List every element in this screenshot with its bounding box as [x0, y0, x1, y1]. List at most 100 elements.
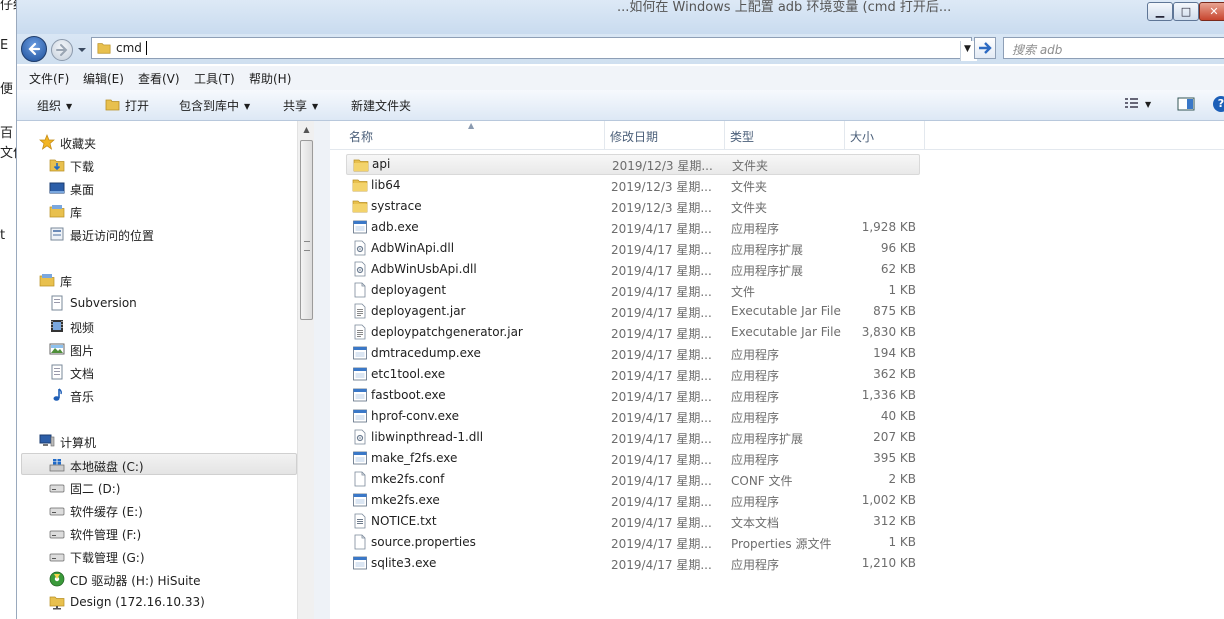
maximize-icon: □ [1180, 5, 1192, 18]
background-text: t [0, 228, 6, 243]
chevron-down-icon: ▼ [66, 102, 73, 111]
menu-edit[interactable]: 编辑(E) [83, 70, 124, 87]
table-row[interactable]: mke2fs.conf 2019/4/17 星期... CONF 文件 2 KB [346, 469, 920, 490]
arrow-left-icon [28, 42, 41, 56]
file-size: 1,002 KB [861, 493, 916, 507]
file-size: 96 KB [880, 241, 916, 255]
nav-item-label: 下载管理 (G:) [70, 551, 145, 565]
menu-view[interactable]: 查看(V) [138, 70, 180, 87]
exe-icon [353, 556, 367, 570]
open-button[interactable]: 打开 [105, 97, 149, 114]
drive-icon [49, 530, 65, 539]
change-view-button[interactable]: ▼ [1124, 96, 1151, 111]
table-row[interactable]: source.properties 2019/4/17 星期... Properti… [346, 532, 920, 553]
file-list: 名称 ▲ 修改日期 类型 大小 api 2019/12/3 星期... 文件夹 lib6… [330, 121, 1224, 619]
table-row[interactable]: fastboot.exe 2019/4/17 星期... 应用程序 1,336 KB [346, 385, 920, 406]
share-button[interactable]: 共享 ▼ [283, 97, 318, 114]
download-folder-icon [49, 159, 65, 172]
dll-icon [354, 261, 366, 277]
nav-item-label: 软件缓存 (E:) [70, 505, 143, 519]
menu-bar: 文件(F) 编辑(E) 查看(V) 工具(T) 帮助(H) [17, 66, 1224, 91]
file-size: 194 KB [873, 346, 916, 360]
include-library-button[interactable]: 包含到库中 ▼ [179, 97, 250, 114]
file-name: adb.exe [371, 220, 419, 234]
table-row[interactable]: adb.exe 2019/4/17 星期... 应用程序 1,928 KB [346, 217, 920, 238]
table-row[interactable]: dmtracedump.exe 2019/4/17 星期... 应用程序 194 KB [346, 343, 920, 364]
menu-file[interactable]: 文件(F) [29, 70, 69, 87]
column-date-label: 修改日期 [610, 130, 659, 144]
column-type[interactable]: 类型 [725, 121, 845, 149]
file-date: 2019/4/17 星期... [611, 222, 712, 236]
file-type: 应用程序 [731, 453, 780, 467]
table-row[interactable]: lib64 2019/12/3 星期... 文件夹 [346, 175, 920, 196]
command-bar: 组织 ▼ 打开 包含到库中 ▼ 共享 ▼ 新建文件夹 ▼ ? [17, 90, 1224, 121]
file-name: mke2fs.exe [371, 493, 440, 507]
menu-help[interactable]: 帮助(H) [249, 70, 291, 87]
table-row[interactable]: sqlite3.exe 2019/4/17 星期... 应用程序 1,210 KB [346, 553, 920, 574]
nav-item-label: CD 驱动器 (H:) HiSuite [70, 574, 201, 588]
nav-item-local-disk-c[interactable]: 本地磁盘 (C:) [21, 453, 297, 475]
video-icon [51, 320, 63, 332]
table-row[interactable]: make_f2fs.exe 2019/4/17 星期... 应用程序 395 KB [346, 448, 920, 469]
table-row[interactable]: hprof-conv.exe 2019/4/17 星期... 应用程序 40 KB [346, 406, 920, 427]
recent-places-icon [50, 227, 64, 241]
table-row[interactable]: deployagent.jar 2019/4/17 星期... Executable… [346, 301, 920, 322]
file-size: 1 KB [888, 535, 916, 549]
file-name: api [372, 157, 391, 171]
preview-pane-button[interactable] [1177, 96, 1195, 115]
table-row[interactable]: deploypatchgenerator.jar 2019/4/17 星期... E… [346, 322, 920, 343]
nav-item-label: 库 [70, 206, 83, 220]
table-row[interactable]: mke2fs.exe 2019/4/17 星期... 应用程序 1,002 KB [346, 490, 920, 511]
close-button[interactable]: ✕ [1199, 2, 1224, 21]
recent-pages-chevron-icon[interactable] [77, 45, 87, 55]
nav-item-label: 文档 [70, 367, 95, 381]
file-type: 文件夹 [731, 180, 768, 194]
pane-splitter[interactable] [314, 121, 330, 619]
menu-tools[interactable]: 工具(T) [194, 70, 235, 87]
organize-button[interactable]: 组织 ▼ [37, 97, 72, 114]
file-name: deployagent.jar [371, 304, 466, 318]
table-row[interactable]: deployagent 2019/4/17 星期... 文件 1 KB [346, 280, 920, 301]
column-date[interactable]: 修改日期 [605, 121, 725, 149]
explorer-window: ...如何在 Windows 上配置 adb 环境变量 (cmd 打开后... … [16, 0, 1224, 619]
table-row[interactable]: etc1tool.exe 2019/4/17 星期... 应用程序 362 KB [346, 364, 920, 385]
table-row[interactable]: AdbWinUsbApi.dll 2019/4/17 星期... 应用程序扩展 62 … [346, 259, 920, 280]
table-row[interactable]: systrace 2019/12/3 星期... 文件夹 [346, 196, 920, 217]
column-name[interactable]: 名称 ▲ [344, 121, 605, 149]
library-icon [39, 274, 55, 287]
nav-scroll-thumb[interactable] [300, 140, 313, 320]
file-name: make_f2fs.exe [371, 451, 458, 465]
new-folder-button[interactable]: 新建文件夹 [351, 97, 411, 114]
folder-icon [352, 179, 368, 192]
column-size[interactable]: 大小 [845, 121, 925, 149]
file-type: 应用程序 [731, 348, 780, 362]
table-row[interactable]: AdbWinApi.dll 2019/4/17 星期... 应用程序扩展 96 KB [346, 238, 920, 259]
table-row[interactable]: api 2019/12/3 星期... 文件夹 [346, 154, 920, 175]
file-type: 应用程序 [731, 222, 780, 236]
scroll-up-arrow-icon[interactable]: ▲ [298, 121, 315, 138]
file-name: deployagent [371, 283, 447, 297]
forward-button[interactable] [51, 39, 73, 61]
file-type: 应用程序 [731, 558, 780, 572]
file-type: 应用程序扩展 [731, 432, 804, 446]
maximize-button[interactable]: □ [1173, 2, 1199, 21]
picture-icon [49, 343, 65, 355]
exe-icon [353, 346, 367, 360]
chevron-down-icon: ▼ [312, 102, 319, 111]
search-input[interactable]: 搜索 adb [1003, 37, 1224, 59]
nav-scrollbar[interactable]: ▲ [297, 121, 315, 619]
back-button[interactable] [21, 36, 47, 62]
address-row: cmd ▼ 搜索 adb [17, 34, 1224, 64]
help-button[interactable]: ? [1213, 96, 1224, 112]
go-button[interactable] [974, 37, 996, 59]
file-name: mke2fs.conf [371, 472, 445, 486]
table-row[interactable]: NOTICE.txt 2019/4/17 星期... 文本文档 312 KB [346, 511, 920, 532]
address-input[interactable]: cmd [116, 41, 142, 55]
table-row[interactable]: libwinpthread-1.dll 2019/4/17 星期... 应用程序扩展… [346, 427, 920, 448]
file-type: 应用程序 [731, 411, 780, 425]
file-type: 应用程序 [731, 495, 780, 509]
drive-icon [49, 553, 65, 562]
file-type: Executable Jar File [731, 325, 841, 339]
minimize-button[interactable]: ▁ [1147, 2, 1173, 21]
address-bar[interactable]: cmd ▼ [91, 37, 977, 61]
